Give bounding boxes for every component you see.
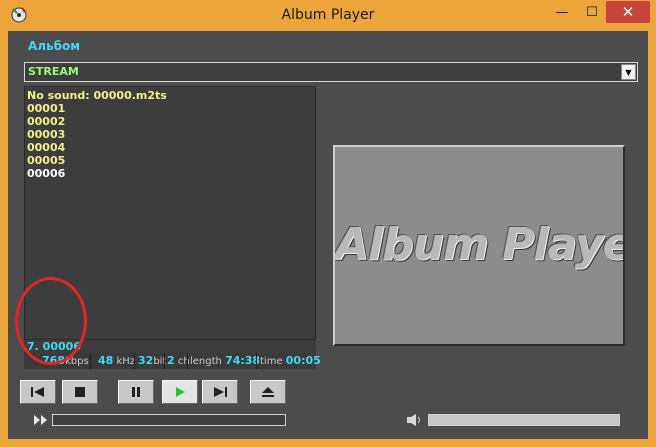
stop-icon (75, 387, 85, 397)
volume-icon (407, 414, 420, 426)
list-item[interactable]: 00001 (27, 102, 65, 115)
length-label: length (190, 356, 222, 367)
length-readout: length 74:38 (190, 354, 260, 368)
bits-value: 32 (138, 354, 154, 367)
album-label: Альбом (28, 39, 81, 53)
album-select-value: STREAM (28, 65, 79, 78)
stop-button[interactable] (62, 380, 98, 404)
pause-button[interactable] (118, 380, 154, 404)
next-button[interactable] (202, 380, 238, 404)
samplerate-unit: kHz (116, 356, 136, 367)
next-icon (214, 387, 227, 397)
divider (90, 353, 91, 369)
list-item[interactable]: 00003 (27, 128, 65, 141)
album-select[interactable]: STREAM ▼ (24, 62, 638, 82)
fast-forward-icon[interactable] (34, 415, 48, 425)
minimize-button[interactable]: — (548, 1, 576, 23)
volume-slider[interactable] (428, 414, 620, 426)
play-button[interactable] (162, 380, 198, 404)
samplerate-readout: 48 kHz (98, 354, 135, 368)
list-item[interactable]: 00004 (27, 141, 65, 154)
previous-icon (31, 387, 44, 397)
time-readout: time 00:05 (260, 354, 321, 368)
time-label: time (260, 356, 283, 367)
title-bar[interactable]: Album Player — ☐ ✕ (0, 0, 656, 30)
divider (187, 353, 188, 369)
samplerate-value: 48 (98, 354, 114, 367)
player-panel: Альбом STREAM ▼ No sound: 00000.m2ts 0000… (8, 31, 648, 439)
bits-readout: 32bit (138, 354, 166, 368)
minimize-icon: — (555, 4, 569, 20)
annotation-circle (15, 277, 87, 365)
close-icon: ✕ (621, 3, 635, 21)
time-value: 00:05 (285, 354, 321, 367)
close-button[interactable]: ✕ (606, 1, 650, 23)
list-item[interactable]: 00006 (27, 167, 65, 180)
maximize-button[interactable]: ☐ (578, 1, 606, 23)
divider (134, 353, 135, 369)
pause-icon (132, 387, 140, 397)
eject-icon (262, 387, 274, 397)
play-icon (176, 387, 185, 397)
logo-text: Album Player (335, 219, 625, 270)
divider (164, 353, 165, 369)
channels-value: 2 (167, 354, 175, 367)
list-item[interactable]: 00005 (27, 154, 65, 167)
maximize-icon: ☐ (586, 4, 598, 20)
length-value: 74:38 (225, 354, 261, 367)
chevron-down-icon[interactable]: ▼ (621, 64, 636, 80)
divider (256, 353, 257, 369)
app-window: Album Player — ☐ ✕ Альбом STREAM ▼ No so… (0, 0, 656, 447)
previous-button[interactable] (20, 380, 56, 404)
eject-button[interactable] (250, 380, 286, 404)
album-art-logo: Album Player (333, 145, 625, 346)
list-item[interactable]: No sound: 00000.m2ts (27, 89, 167, 102)
list-item[interactable]: 00002 (27, 115, 65, 128)
seek-bar[interactable] (52, 414, 286, 426)
